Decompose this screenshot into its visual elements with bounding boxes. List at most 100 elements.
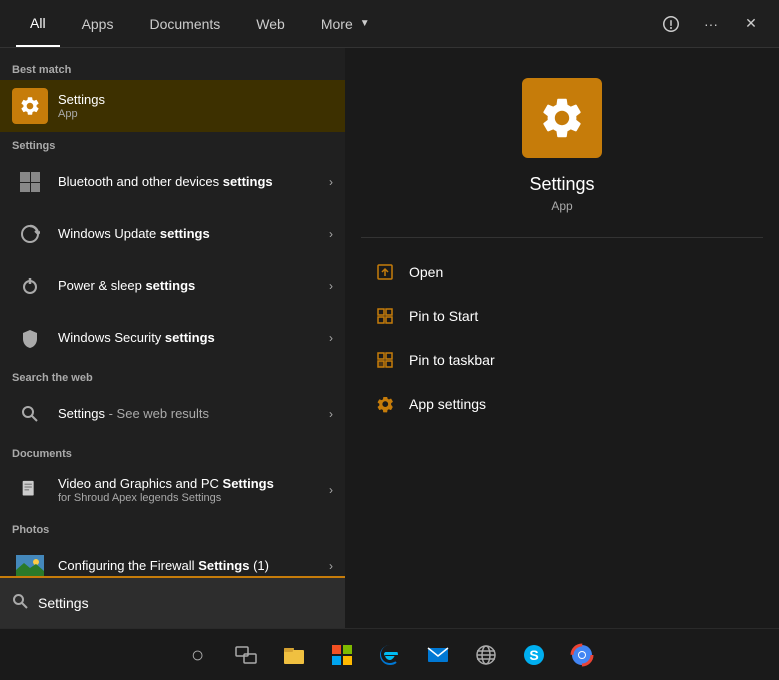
taskbar-language-button[interactable] [466,635,506,675]
taskbar-search-button[interactable]: ○ [178,635,218,675]
windows-update-text-normal: Windows Update [58,226,160,241]
tab-apps[interactable]: Apps [68,0,128,47]
web-search-icon-box [12,396,48,432]
app-settings-icon [373,392,397,416]
pin-taskbar-action[interactable]: Pin to taskbar [361,338,763,382]
windows-update-text: Windows Update settings [58,226,321,243]
tab-documents[interactable]: Documents [135,0,234,47]
action-list: Open Pin to Start [345,250,779,426]
power-sleep-chevron: › [329,279,333,293]
document-item[interactable]: Video and Graphics and PC Settings for S… [0,464,345,516]
web-search-item[interactable]: Settings - See web results › [0,388,345,440]
taskbar-task-view-button[interactable] [226,635,266,675]
start-menu: All Apps Documents Web More ▼ [0,0,779,680]
photo-thumbnail-1 [16,555,44,576]
best-match-icon-box [12,88,48,124]
pin-start-icon [373,304,397,328]
bluetooth-text-normal: Bluetooth and other devices [58,174,223,189]
taskbar-chrome-button[interactable] [562,635,602,675]
windows-security-chevron: › [329,331,333,345]
power-sleep-text: Power & sleep settings [58,278,321,295]
power-sleep-text-bold: settings [145,278,195,293]
content-area: Best match Settings App [0,48,779,628]
shield-icon [15,323,45,353]
taskbar: ○ [0,628,779,680]
windows-update-icon [15,219,45,249]
settings-section-label: Settings [0,132,345,156]
document-chevron: › [329,483,333,497]
settings-app-icon [12,88,48,124]
photo-chevron-1: › [329,559,333,573]
pin-start-action[interactable]: Pin to Start [361,294,763,338]
search-icon [12,593,28,614]
windows-security-settings-item[interactable]: Windows Security settings › [0,312,345,364]
web-search-suffix: - See web results [105,406,209,421]
taskbar-mail-button[interactable] [418,635,458,675]
best-match-item[interactable]: Settings App [0,80,345,132]
tab-web[interactable]: Web [242,0,299,47]
document-icon-box [12,472,48,508]
open-action[interactable]: Open [361,250,763,294]
photo-text-1: Configuring the Firewall Settings (1) [58,558,321,575]
documents-label: Documents [0,440,345,464]
photo-text-normal-1: Configuring the Firewall [58,558,198,573]
power-icon-box [12,268,48,304]
right-panel: Settings App Open [345,48,779,628]
photo-text-bold-1: Settings [198,558,249,573]
open-label: Open [409,264,443,280]
feedback-button[interactable] [659,12,683,36]
document-text: Video and Graphics and PC Settings for S… [58,476,321,505]
bluetooth-icon-box [12,164,48,200]
svg-text:S: S [529,647,538,663]
windows-update-icon-box [12,216,48,252]
app-icon-large [522,78,602,158]
tab-all[interactable]: All [16,0,60,47]
document-icon [15,475,45,505]
more-options-button[interactable]: ··· [699,12,723,36]
app-settings-label: App settings [409,396,486,412]
windows-security-text: Windows Security settings [58,330,321,347]
power-sleep-settings-item[interactable]: Power & sleep settings › [0,260,345,312]
power-sleep-text-normal: Power & sleep [58,278,145,293]
doc-text-bold: Settings [223,476,274,491]
app-name-large: Settings [529,174,594,195]
search-web-label: Search the web [0,364,345,388]
windows-security-text-normal: Windows Security [58,330,165,345]
best-match-label: Best match [0,56,345,80]
pin-start-label: Pin to Start [409,308,478,324]
bluetooth-icon [15,167,45,197]
best-match-text: Settings App [58,92,333,121]
doc-text-normal: Video and Graphics and PC [58,476,223,491]
windows-security-text-bold: settings [165,330,215,345]
tab-more[interactable]: More ▼ [307,0,384,47]
open-icon [373,260,397,284]
windows-update-chevron: › [329,227,333,241]
tabs: All Apps Documents Web More ▼ [16,0,384,47]
pin-taskbar-label: Pin to taskbar [409,352,495,368]
photos-label: Photos [0,516,345,540]
window-controls: ··· ✕ [659,12,763,36]
search-box [0,576,345,628]
bluetooth-text-bold: settings [223,174,273,189]
web-search-text-normal: Settings [58,406,105,421]
photo-item-1[interactable]: Configuring the Firewall Settings (1) › [0,540,345,576]
taskbar-store-button[interactable] [322,635,362,675]
taskbar-edge-button[interactable] [370,635,410,675]
left-panel: Best match Settings App [0,48,345,628]
doc-subtitle: for Shroud Apex legends Settings [58,492,321,504]
close-button[interactable]: ✕ [739,12,763,36]
app-settings-action[interactable]: App settings [361,382,763,426]
app-type-large: App [551,199,572,213]
results-list: Best match Settings App [0,48,345,576]
bluetooth-chevron: › [329,175,333,189]
windows-update-settings-item[interactable]: Windows Update settings › [0,208,345,260]
more-arrow-icon: ▼ [360,18,370,29]
photo-icon-box-1 [12,548,48,576]
taskbar-skype-button[interactable]: S [514,635,554,675]
windows-update-text-bold: settings [160,226,210,241]
search-web-icon [15,399,45,429]
taskbar-file-explorer-button[interactable] [274,635,314,675]
bluetooth-settings-item[interactable]: Bluetooth and other devices settings › [0,156,345,208]
pin-taskbar-icon [373,348,397,372]
search-input[interactable] [38,595,333,611]
